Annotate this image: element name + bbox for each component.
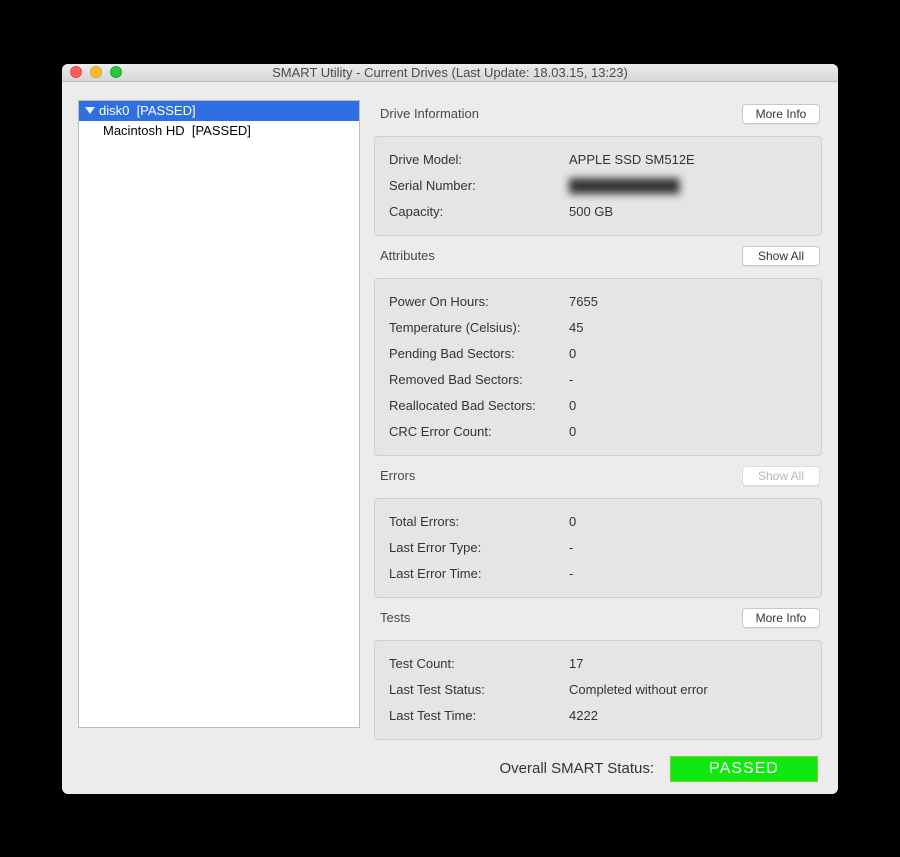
errors-box: Total Errors: 0 Last Error Type: - Last … (374, 498, 822, 598)
content-area: disk0 [PASSED] Macintosh HD [PASSED] Dri… (62, 82, 838, 794)
errors-show-all-button: Show All (742, 466, 820, 486)
last-error-type-label: Last Error Type: (389, 540, 569, 555)
drive-info-header: Drive Information More Info (374, 100, 822, 130)
total-errors-row: Total Errors: 0 (389, 509, 807, 535)
power-on-hours-label: Power On Hours: (389, 294, 569, 309)
zoom-icon[interactable] (110, 66, 122, 78)
total-errors-label: Total Errors: (389, 514, 569, 529)
tests-box: Test Count: 17 Last Test Status: Complet… (374, 640, 822, 740)
crc-error-count-value: 0 (569, 424, 576, 439)
last-error-time-label: Last Error Time: (389, 566, 569, 581)
serial-number-value: ████████████ (569, 178, 680, 193)
app-window: SMART Utility - Current Drives (Last Upd… (62, 64, 838, 794)
capacity-value: 500 GB (569, 204, 613, 219)
temperature-value: 45 (569, 320, 583, 335)
tests-more-info-button[interactable]: More Info (742, 608, 820, 628)
last-test-status-label: Last Test Status: (389, 682, 569, 697)
removed-bad-sectors-row: Removed Bad Sectors: - (389, 367, 807, 393)
reallocated-bad-sectors-value: 0 (569, 398, 576, 413)
last-error-time-row: Last Error Time: - (389, 561, 807, 587)
drive-info-box: Drive Model: APPLE SSD SM512E Serial Num… (374, 136, 822, 236)
reallocated-bad-sectors-row: Reallocated Bad Sectors: 0 (389, 393, 807, 419)
overall-status-badge: PASSED (670, 756, 818, 782)
tests-header: Tests More Info (374, 604, 822, 634)
serial-number-label: Serial Number: (389, 178, 569, 193)
last-test-status-row: Last Test Status: Completed without erro… (389, 677, 807, 703)
overall-status-label: Overall SMART Status: (500, 760, 655, 777)
drive-model-label: Drive Model: (389, 152, 569, 167)
test-count-row: Test Count: 17 (389, 651, 807, 677)
pending-bad-sectors-row: Pending Bad Sectors: 0 (389, 341, 807, 367)
last-error-type-value: - (569, 540, 573, 555)
attributes-header: Attributes Show All (374, 242, 822, 272)
total-errors-value: 0 (569, 514, 576, 529)
last-error-type-row: Last Error Type: - (389, 535, 807, 561)
drive-model-row: Drive Model: APPLE SSD SM512E (389, 147, 807, 173)
temperature-label: Temperature (Celsius): (389, 320, 569, 335)
pending-bad-sectors-value: 0 (569, 346, 576, 361)
crc-error-count-label: CRC Error Count: (389, 424, 569, 439)
errors-title: Errors (380, 468, 415, 483)
pending-bad-sectors-label: Pending Bad Sectors: (389, 346, 569, 361)
last-error-time-value: - (569, 566, 573, 581)
reallocated-bad-sectors-label: Reallocated Bad Sectors: (389, 398, 569, 413)
serial-number-row: Serial Number: ████████████ (389, 173, 807, 199)
window-controls (70, 66, 122, 78)
drive-info-more-button[interactable]: More Info (742, 104, 820, 124)
overall-status-footer: Overall SMART Status: PASSED (374, 746, 822, 782)
last-test-time-row: Last Test Time: 4222 (389, 703, 807, 729)
removed-bad-sectors-label: Removed Bad Sectors: (389, 372, 569, 387)
volume-row-label: Macintosh HD [PASSED] (103, 123, 251, 138)
drive-model-value: APPLE SSD SM512E (569, 152, 695, 167)
attributes-box: Power On Hours: 7655 Temperature (Celsiu… (374, 278, 822, 456)
drive-row-disk0[interactable]: disk0 [PASSED] (79, 101, 359, 121)
errors-header: Errors Show All (374, 462, 822, 492)
test-count-value: 17 (569, 656, 583, 671)
crc-error-count-row: CRC Error Count: 0 (389, 419, 807, 445)
attributes-show-all-button[interactable]: Show All (742, 246, 820, 266)
capacity-label: Capacity: (389, 204, 569, 219)
last-test-time-label: Last Test Time: (389, 708, 569, 723)
attributes-title: Attributes (380, 248, 435, 263)
volume-row-macintosh-hd[interactable]: Macintosh HD [PASSED] (79, 121, 359, 141)
temperature-row: Temperature (Celsius): 45 (389, 315, 807, 341)
capacity-row: Capacity: 500 GB (389, 199, 807, 225)
window-title: SMART Utility - Current Drives (Last Upd… (62, 65, 838, 80)
tests-title: Tests (380, 610, 410, 625)
titlebar: SMART Utility - Current Drives (Last Upd… (62, 64, 838, 82)
test-count-label: Test Count: (389, 656, 569, 671)
removed-bad-sectors-value: - (569, 372, 573, 387)
details-pane: Drive Information More Info Drive Model:… (374, 100, 822, 782)
disclosure-triangle-icon[interactable] (85, 107, 95, 114)
power-on-hours-value: 7655 (569, 294, 598, 309)
last-test-time-value: 4222 (569, 708, 598, 723)
drive-info-title: Drive Information (380, 106, 479, 121)
last-test-status-value: Completed without error (569, 682, 708, 697)
drive-list[interactable]: disk0 [PASSED] Macintosh HD [PASSED] (78, 100, 360, 728)
drive-row-label: disk0 [PASSED] (99, 103, 196, 118)
power-on-hours-row: Power On Hours: 7655 (389, 289, 807, 315)
minimize-icon[interactable] (90, 66, 102, 78)
close-icon[interactable] (70, 66, 82, 78)
